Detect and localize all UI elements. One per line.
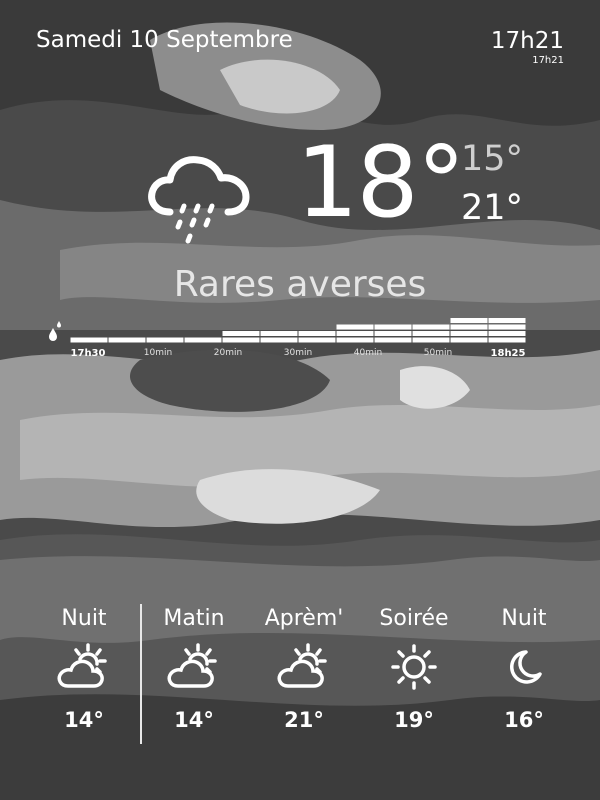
moon-icon (496, 642, 552, 692)
rain-bar (260, 337, 298, 343)
rain-bar (374, 337, 412, 343)
min-temperature: 15° (461, 139, 524, 179)
rain-bar (450, 331, 488, 336)
forecast-temperature: 16° (504, 708, 544, 732)
forecast-slot: Soirée 19° (359, 604, 469, 732)
day-forecast: Nuit 14° Matin 14° Aprèm' 21° Soirée 19° Nuit 16° (0, 604, 600, 754)
rain-bar (488, 318, 526, 323)
rain-bar (488, 331, 526, 336)
forecast-period-label: Soirée (379, 606, 449, 631)
rain-bar (488, 324, 526, 330)
partly-cloudy-icon (166, 642, 222, 692)
forecast-slot: Nuit 14° (29, 604, 139, 732)
sun-icon (386, 642, 442, 692)
forecast-slot: Matin 14° (139, 604, 249, 732)
condition-label: Rares averses (173, 264, 427, 305)
rain-bar (488, 337, 526, 343)
rain-bar (336, 337, 374, 343)
rain-intensity-chart (70, 318, 526, 343)
rain-bar (374, 324, 412, 330)
forecast-temperature: 14° (64, 708, 104, 732)
rain-bar (412, 337, 450, 343)
forecast-slot: Nuit 16° (469, 604, 579, 732)
current-time: 17h21 (490, 28, 564, 54)
partly-cloudy-icon (56, 642, 112, 692)
max-temperature: 21° (461, 188, 524, 228)
rain-bar (336, 331, 374, 336)
forecast-period-label: Nuit (61, 606, 107, 631)
rain-bar (374, 331, 412, 336)
rain-bar (222, 331, 260, 336)
forecast-temperature: 14° (174, 708, 214, 732)
rain-bar (450, 337, 488, 343)
rain-forecast: 17h30 10min 20min 30min 40min 50min 18h25 (44, 312, 534, 362)
rain-end-label: 18h25 (490, 348, 526, 359)
rain-bar (108, 337, 146, 343)
rain-bar (222, 337, 260, 343)
clock: 17h21 17h21 (491, 27, 564, 67)
rain-tick-label: 40min (353, 348, 383, 358)
cloud-rain-icon (148, 156, 250, 244)
forecast-period-label: Nuit (501, 606, 547, 631)
rain-tick-label: 20min (213, 348, 243, 358)
rain-tick-label: 50min (423, 348, 453, 358)
rain-bar (260, 331, 298, 336)
raindrops-icon (49, 321, 61, 341)
last-update-time: 17h21 (532, 55, 564, 66)
rain-bar (146, 337, 184, 343)
rain-bar (298, 331, 336, 336)
forecast-period-label: Aprèm' (264, 606, 344, 631)
rain-bar (450, 324, 488, 330)
rain-bar (412, 324, 450, 330)
rain-bar (184, 337, 222, 343)
rain-bar (298, 337, 336, 343)
forecast-temperature: 21° (284, 708, 324, 732)
rain-bar (412, 331, 450, 336)
rain-bar (70, 337, 108, 343)
rain-bar (450, 318, 488, 323)
forecast-temperature: 19° (394, 708, 434, 732)
partly-cloudy-icon (276, 642, 332, 692)
forecast-slot: Aprèm' 21° (249, 604, 359, 732)
rain-bar (336, 324, 374, 330)
date-label: Samedi 10 Septembre (36, 27, 293, 53)
rain-tick-label: 10min (143, 348, 173, 358)
rain-start-label: 17h30 (70, 348, 106, 359)
forecast-period-label: Matin (163, 606, 225, 631)
rain-tick-label: 30min (283, 348, 313, 358)
current-temperature: 18° (296, 126, 466, 240)
